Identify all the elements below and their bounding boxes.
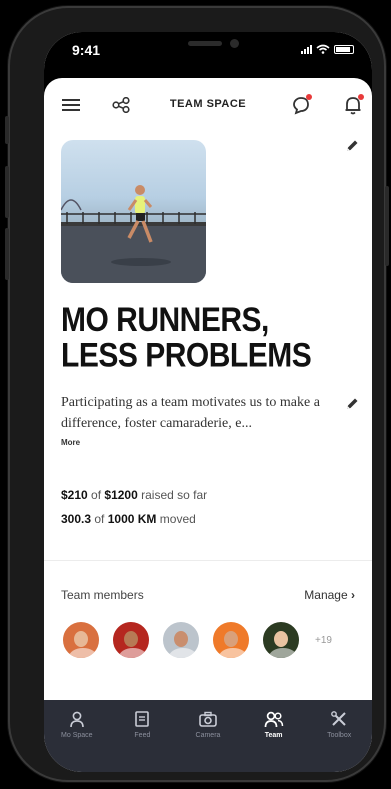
nav-label: Team <box>264 732 283 739</box>
chat-notification-dot <box>306 94 312 100</box>
notch <box>122 32 294 66</box>
nav-camera[interactable]: Camera <box>175 700 241 772</box>
member-avatars: +19 <box>61 620 332 660</box>
section-divider <box>44 560 372 561</box>
member-avatar[interactable] <box>261 620 301 660</box>
nav-label: Camera <box>195 732 221 739</box>
bell-notification-dot <box>358 94 364 100</box>
bottom-nav: Mo Space Feed Camera Team Toolbox <box>44 700 372 772</box>
nav-feed[interactable]: Feed <box>110 700 176 772</box>
chevron-right-icon: › <box>351 588 355 602</box>
raised-suffix: raised so far <box>141 488 208 502</box>
front-camera <box>230 39 239 48</box>
speaker <box>188 41 222 46</box>
raised-amount: $210 <box>61 488 88 502</box>
team-content: MO RUNNERS, LESS PROBLEMS Participating … <box>44 130 372 700</box>
moved-of: of <box>94 512 105 526</box>
bell-icon[interactable] <box>340 92 366 118</box>
screen: 9:41 TEAM SPACE MO RUNNERS, LESS PROBLEM… <box>44 32 372 772</box>
app-header: TEAM SPACE <box>44 78 372 130</box>
battery-icon <box>334 44 354 54</box>
manage-label: Manage <box>304 588 348 602</box>
manage-button[interactable]: Manage › <box>304 588 355 602</box>
nav-label: Mo Space <box>61 732 93 739</box>
extra-members-count[interactable]: +19 <box>315 635 332 646</box>
volume-up-button <box>5 166 9 218</box>
moved-suffix: moved <box>159 512 196 526</box>
moved-stat: 300.3 of 1000 KM moved <box>61 512 196 526</box>
camera-icon <box>199 711 217 727</box>
nav-toolbox[interactable]: Toolbox <box>306 700 372 772</box>
status-time: 9:41 <box>72 42 101 58</box>
nav-label: Toolbox <box>327 732 352 739</box>
person-icon <box>69 711 84 728</box>
raised-of: of <box>91 488 102 502</box>
runner-image <box>61 185 206 283</box>
moved-goal: 1000 KM <box>107 512 157 526</box>
edit-photo-icon[interactable] <box>344 138 360 154</box>
page-title: TEAM SPACE <box>169 98 247 110</box>
power-button <box>385 186 389 266</box>
volume-down-button <box>5 228 9 280</box>
member-avatar[interactable] <box>61 620 101 660</box>
member-avatar[interactable] <box>211 620 251 660</box>
team-name: MO RUNNERS, LESS PROBLEMS <box>61 300 312 375</box>
member-avatar[interactable] <box>161 620 201 660</box>
moved-amount: 300.3 <box>61 512 92 526</box>
member-avatar[interactable] <box>111 620 151 660</box>
edit-description-icon[interactable] <box>344 396 360 412</box>
mute-switch <box>5 116 9 144</box>
raised-stat: $210 of $1200 raised so far <box>61 488 207 502</box>
team-description: Participating as a team motivates us to … <box>61 395 320 431</box>
raised-goal: $1200 <box>104 488 138 502</box>
wifi-icon <box>316 44 330 54</box>
more-link[interactable]: More <box>61 438 80 447</box>
phone-frame: 9:41 TEAM SPACE MO RUNNERS, LESS PROBLEM… <box>5 6 389 782</box>
feed-icon <box>135 711 150 727</box>
chat-icon[interactable] <box>288 92 314 118</box>
status-icons <box>301 44 354 54</box>
nav-label: Feed <box>134 732 151 739</box>
signal-icon <box>301 44 312 54</box>
team-members-label: Team members <box>61 588 144 602</box>
nav-team[interactable]: Team <box>241 700 307 772</box>
team-icon <box>264 711 283 728</box>
toolbox-icon <box>331 711 346 726</box>
team-photo[interactable] <box>61 140 206 283</box>
nav-mo-space[interactable]: Mo Space <box>44 700 110 772</box>
